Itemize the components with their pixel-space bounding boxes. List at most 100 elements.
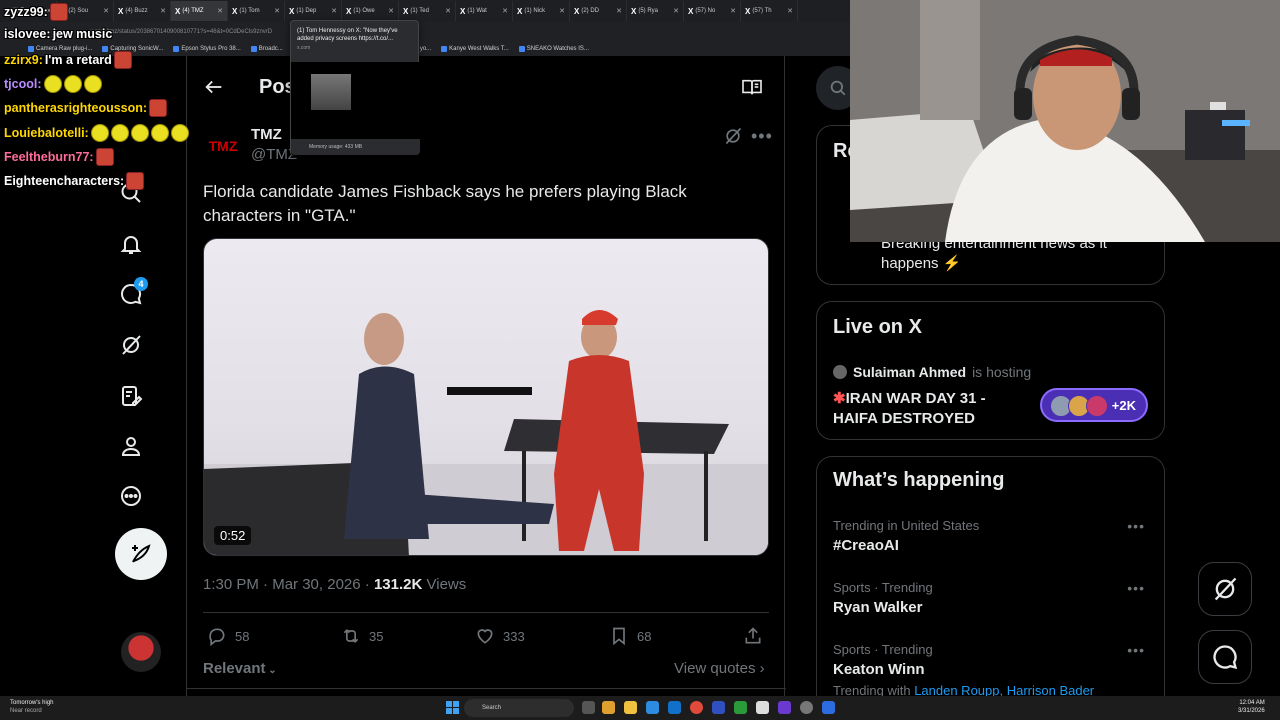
- lists-icon[interactable]: [118, 383, 144, 409]
- close-tab-icon[interactable]: ✕: [673, 7, 679, 15]
- settings-icon[interactable]: [800, 701, 813, 714]
- trend-name: Ryan Walker: [833, 599, 923, 616]
- grok-explain-icon[interactable]: [723, 126, 743, 146]
- x-logo-icon: X: [688, 6, 694, 16]
- weather-widget[interactable]: Tomorrow's high Near record: [10, 699, 54, 715]
- system-clock[interactable]: 12:04 AM 3/31/2026: [1238, 699, 1265, 715]
- like-button[interactable]: 333: [475, 626, 525, 646]
- close-tab-icon[interactable]: ✕: [559, 7, 565, 15]
- browser-tab[interactable]: X (57) No ✕: [684, 1, 741, 21]
- chrome-icon[interactable]: [690, 701, 703, 714]
- preview-memory: Memory usage: 433 MB: [291, 139, 420, 155]
- space-title[interactable]: ✱IRAN WAR DAY 31 - HAIFA DESTROYED: [833, 389, 1033, 429]
- browser-tab[interactable]: X (57) Th ✕: [741, 1, 798, 21]
- file-explorer-icon[interactable]: [624, 701, 637, 714]
- bookmark-label: Kanye West Walks T...: [449, 46, 509, 52]
- whats-happening-title: What’s happening: [833, 469, 1005, 491]
- trend-more-button[interactable]: •••: [1127, 580, 1145, 596]
- chat-username: Eighteencharacters:: [4, 174, 125, 188]
- author-name[interactable]: TMZ: [251, 126, 282, 143]
- trend-name: Keaton Winn: [833, 661, 925, 678]
- trend-more-button[interactable]: •••: [1127, 642, 1145, 658]
- xbox-icon[interactable]: [734, 701, 747, 714]
- close-tab-icon[interactable]: ✕: [787, 7, 793, 15]
- profile-icon[interactable]: [118, 433, 144, 459]
- repost-button[interactable]: 35: [341, 626, 383, 646]
- repost-icon: [343, 628, 359, 644]
- browser-tab[interactable]: X (2) DD ✕: [570, 1, 627, 21]
- windows-start-icon[interactable]: [446, 701, 459, 714]
- bookmark-item[interactable]: Broadc...: [250, 46, 283, 52]
- bell-icon[interactable]: [118, 231, 144, 257]
- grok-icon[interactable]: [118, 332, 144, 358]
- post-timestamp[interactable]: 1:30 PM · Mar 30, 2026 · 131.2K Views: [203, 576, 466, 593]
- chat-emote-icon: [110, 124, 129, 142]
- bookmark-item[interactable]: Kanye West Walks T...: [441, 46, 509, 52]
- task-view-icon[interactable]: [582, 701, 595, 714]
- close-tab-icon[interactable]: ✕: [388, 7, 394, 15]
- reply-icon: [209, 628, 225, 646]
- chevron-right-icon: ›: [755, 660, 765, 677]
- reply-sort-dropdown[interactable]: Relevant ⌄: [203, 660, 277, 677]
- messages-float-button[interactable]: [1198, 630, 1252, 684]
- chat-username: Louiebalotelli:: [4, 126, 89, 140]
- store-icon[interactable]: [668, 701, 681, 714]
- windows-taskbar: Tomorrow's high Near record Search 12:04…: [0, 696, 1280, 720]
- reply-count: 58: [235, 628, 250, 644]
- zoom-icon[interactable]: [822, 701, 835, 714]
- trend-item[interactable]: Sports · Trending Keaton Winn •••: [833, 642, 1153, 678]
- compose-post-button[interactable]: [115, 528, 167, 580]
- chat-emote-icon: [95, 148, 114, 166]
- chat-emote-icon: [150, 124, 169, 142]
- notepad-icon[interactable]: [756, 701, 769, 714]
- trend-more-button[interactable]: •••: [1127, 518, 1145, 534]
- browser-tab[interactable]: X (1) Dep ✕: [285, 1, 342, 21]
- preview-domain: x.com: [297, 45, 311, 51]
- close-tab-icon[interactable]: ✕: [274, 7, 280, 15]
- post-video[interactable]: 0:52: [203, 238, 769, 556]
- browser-tab[interactable]: X (1) Ted ✕: [399, 1, 456, 21]
- account-avatar[interactable]: [121, 632, 161, 672]
- browser-tab[interactable]: X (1) Wat ✕: [456, 1, 513, 21]
- browser-tab[interactable]: X (1) Owe ✕: [342, 1, 399, 21]
- widgets-icon[interactable]: [602, 701, 615, 714]
- reader-mode-icon[interactable]: [741, 78, 763, 96]
- host-name: Sulaiman Ahmed: [853, 364, 967, 380]
- reply-button[interactable]: 58: [207, 626, 249, 646]
- more-icon[interactable]: [118, 483, 144, 509]
- close-tab-icon[interactable]: ✕: [616, 7, 622, 15]
- edge-icon[interactable]: [646, 701, 659, 714]
- bookmark-button[interactable]: 68: [609, 626, 651, 646]
- editor-icon[interactable]: [712, 701, 725, 714]
- share-button[interactable]: [743, 626, 763, 646]
- weather-title: Tomorrow's high: [10, 700, 54, 706]
- taskbar-search[interactable]: Search: [464, 699, 574, 717]
- browser-tab[interactable]: X (5) Rya ✕: [627, 1, 684, 21]
- chat-username: zyzz99:: [4, 5, 48, 19]
- browser-tab[interactable]: X (1) Nick ✕: [513, 1, 570, 21]
- chat-username: islovee:: [4, 27, 51, 41]
- close-tab-icon[interactable]: ✕: [331, 7, 337, 15]
- grok-float-button[interactable]: [1198, 562, 1252, 616]
- bookmark-item[interactable]: SNEAKO Watches IS...: [518, 46, 589, 52]
- x-logo-icon: X: [745, 6, 751, 16]
- browser-tab-label: (2) DD: [581, 8, 600, 14]
- post-more-button[interactable]: •••: [751, 126, 773, 147]
- host-avatar: [833, 365, 847, 379]
- close-tab-icon[interactable]: ✕: [502, 7, 508, 15]
- space-host-line[interactable]: Sulaiman Ahmed is hosting: [833, 364, 1031, 380]
- trend-item[interactable]: Sports · Trending Ryan Walker •••: [833, 580, 1153, 616]
- space-listeners-pill[interactable]: +2K: [1040, 388, 1148, 422]
- listener-avatar: [1086, 395, 1108, 417]
- search-icon: [830, 80, 846, 96]
- bookmark-icon: [613, 627, 625, 646]
- view-quotes-link[interactable]: View quotes ›: [674, 660, 765, 677]
- messages-icon[interactable]: 4: [118, 277, 148, 307]
- discord-icon[interactable]: [778, 701, 791, 714]
- host-suffix: is hosting: [972, 364, 1032, 380]
- trend-item[interactable]: Trending in United States #CreaoAI •••: [833, 518, 1153, 554]
- chat-text: I'm a retard: [44, 53, 112, 67]
- close-tab-icon[interactable]: ✕: [730, 7, 736, 15]
- clock-time: 12:04 AM: [1239, 700, 1265, 706]
- close-tab-icon[interactable]: ✕: [445, 7, 451, 15]
